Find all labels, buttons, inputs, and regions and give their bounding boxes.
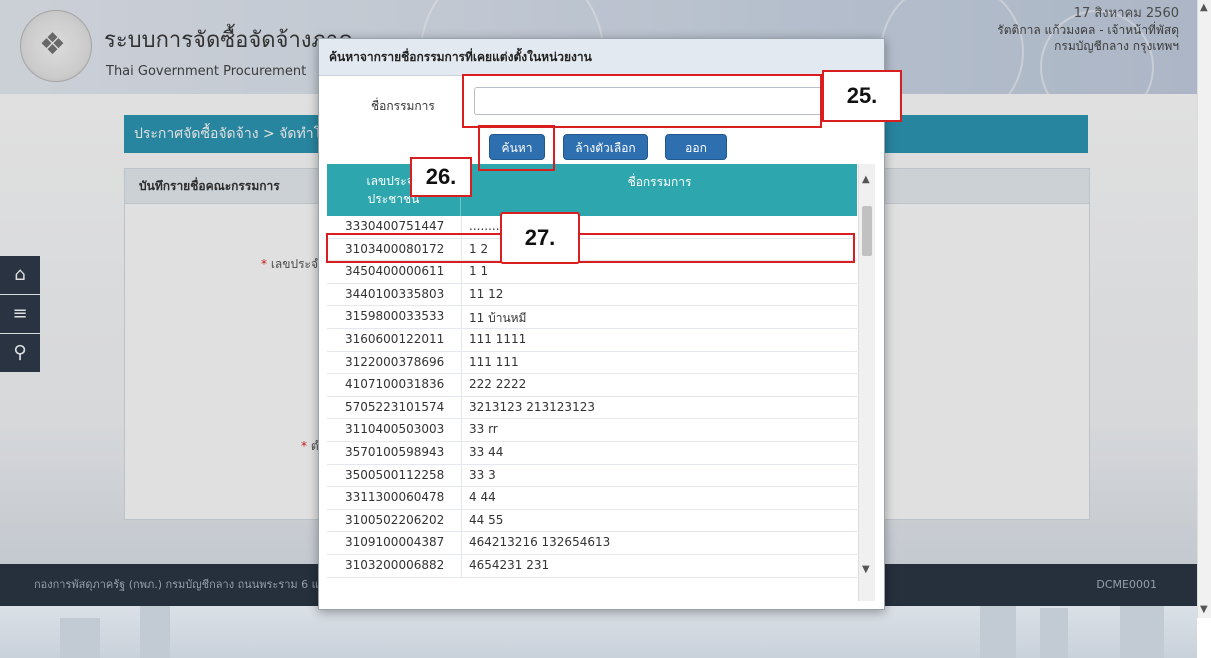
committee-table: เลขประจำ ประชาชน ชื่อกรรมการ 33304007514… — [327, 164, 875, 601]
cell-divider — [461, 328, 462, 351]
column-header-name: ชื่อกรรมการ — [627, 175, 692, 189]
dialog-title: ค้นหาจากรายชื่อกรรมการที่เคยแต่งตั้งในหน… — [319, 39, 884, 76]
table-row[interactable]: 3570100598943 33 44 — [327, 441, 857, 465]
committee-name-cell: 4654231 231 — [469, 557, 550, 572]
table-body: 3330400751447........................310… — [327, 216, 857, 578]
cell-divider — [461, 283, 462, 306]
clear-selection-button[interactable]: ล้างตัวเลือก — [563, 134, 648, 160]
citizen-id-cell: 3160600122011 — [345, 331, 445, 346]
step-callout-27: 27. — [500, 212, 580, 264]
scroll-up-icon[interactable]: ▲ — [1200, 2, 1208, 13]
committee-name-cell: 4 44 — [469, 490, 496, 505]
citizen-id-cell: 3450400000611 — [345, 264, 445, 279]
table-row[interactable]: 5705223101574 3213123 213123123 — [327, 396, 857, 420]
committee-name-label: ชื่อกรรมการ — [371, 99, 435, 113]
table-row[interactable]: 3110400503003 33 rr — [327, 419, 857, 442]
step-callout-25: 25. — [822, 70, 902, 122]
highlight-name-field — [462, 74, 822, 128]
citizen-id-cell: 3122000378696 — [345, 354, 445, 369]
cell-divider — [461, 532, 462, 554]
cell-divider — [461, 351, 462, 374]
cell-divider — [461, 396, 462, 419]
committee-name-cell: 33 rr — [469, 422, 498, 437]
committee-name-cell: 222 2222 — [469, 377, 527, 392]
table-row[interactable]: 3100502206202 44 55 — [327, 509, 857, 533]
scroll-down-icon[interactable]: ▼ — [862, 564, 870, 575]
committee-name-cell: 1 1 — [469, 264, 489, 279]
table-header: เลขประจำ ประชาชน ชื่อกรรมการ — [327, 164, 857, 216]
page-scrollbar[interactable]: ▲ ▼ — [1197, 0, 1211, 618]
table-row[interactable]: 3440100335803 11 12 — [327, 283, 857, 307]
cell-divider — [461, 419, 462, 441]
citizen-id-cell: 3311300060478 — [345, 490, 445, 505]
citizen-id-cell: 5705223101574 — [345, 399, 445, 414]
scroll-down-icon[interactable]: ▼ — [1200, 604, 1208, 615]
cell-divider — [461, 554, 462, 577]
citizen-id-cell: 3110400503003 — [345, 422, 445, 437]
cell-divider — [461, 374, 462, 396]
cell-divider — [461, 509, 462, 532]
scroll-thumb[interactable] — [862, 206, 872, 256]
cell-divider — [461, 464, 462, 487]
table-row[interactable]: 3159800033533 11 บ้านหมี — [327, 306, 857, 329]
table-row[interactable]: 3450400000611 1 1 — [327, 261, 857, 284]
table-row[interactable]: 3500500112258 33 3 — [327, 464, 857, 488]
cell-divider — [461, 306, 462, 328]
table-row[interactable]: 3122000378696 111 111 — [327, 351, 857, 375]
citizen-id-cell: 4107100031836 — [345, 377, 445, 392]
citizen-id-cell: 3440100335803 — [345, 286, 445, 301]
exit-button[interactable]: ออก — [665, 134, 727, 160]
highlight-search-button — [478, 125, 555, 171]
table-row[interactable]: 3103200006882 4654231 231 — [327, 554, 857, 578]
highlight-selected-row — [326, 233, 855, 263]
committee-name-cell: 33 3 — [469, 467, 496, 482]
cell-divider — [461, 487, 462, 509]
committee-name-cell: 464213216 132654613 — [469, 535, 611, 550]
table-row[interactable]: 3109100004387 464213216 132654613 — [327, 532, 857, 555]
table-row[interactable]: 3160600122011 111 1111 — [327, 328, 857, 352]
citizen-id-cell: 3100502206202 — [345, 512, 445, 527]
step-callout-26: 26. — [410, 157, 472, 197]
citizen-id-cell: 3103200006882 — [345, 557, 445, 572]
cell-divider — [461, 261, 462, 283]
citizen-id-cell: 3330400751447 — [345, 219, 445, 233]
cell-divider — [461, 441, 462, 464]
table-scrollbar[interactable]: ▲ ▼ — [858, 164, 875, 601]
committee-name-cell: 111 111 — [469, 354, 519, 369]
citizen-id-cell: 3570100598943 — [345, 444, 445, 459]
committee-name-cell: 3213123 213123123 — [469, 399, 595, 414]
table-row[interactable]: 4107100031836 222 2222 — [327, 374, 857, 397]
committee-name-cell: 44 55 — [469, 512, 504, 527]
committee-name-cell: 11 บ้านหมี — [469, 311, 527, 326]
committee-name-cell: 33 44 — [469, 444, 504, 459]
committee-name-cell: 111 1111 — [469, 331, 527, 346]
citizen-id-cell: 3109100004387 — [345, 535, 445, 550]
committee-name-cell: 11 12 — [469, 286, 504, 301]
table-row[interactable]: 3311300060478 4 44 — [327, 487, 857, 510]
scroll-up-icon[interactable]: ▲ — [862, 174, 870, 185]
citizen-id-cell: 3500500112258 — [345, 467, 445, 482]
citizen-id-cell: 3159800033533 — [345, 309, 445, 324]
